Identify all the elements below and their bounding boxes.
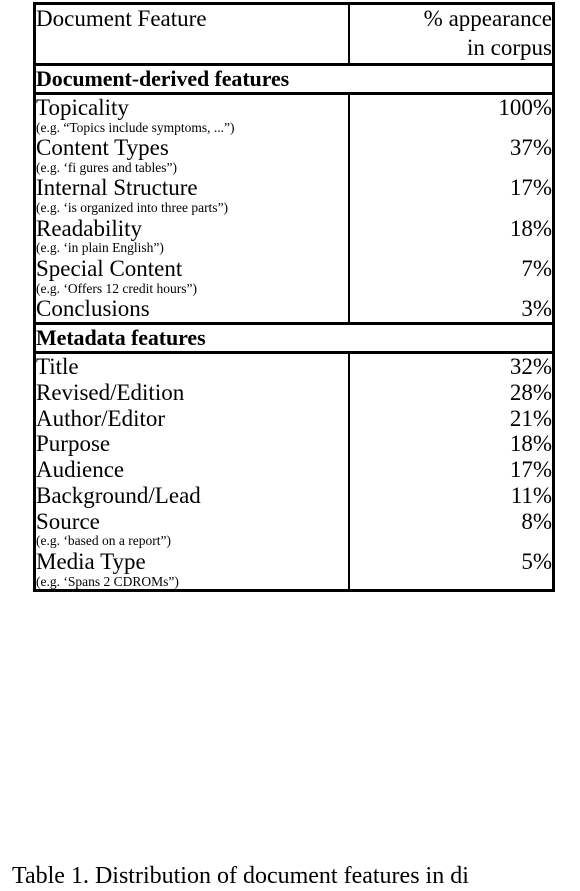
feature-example: (e.g. ‘fi gures and tables”): [36, 159, 177, 175]
column-header-feature-label: Document Feature: [36, 6, 207, 31]
section-header-document-derived: Document-derived features: [34, 62, 554, 95]
page: Document Feature % appearance in corpus …: [0, 0, 580, 889]
percent-cell: 37%: [509, 135, 552, 161]
section-header-metadata: Metadata features: [34, 322, 554, 355]
table-row: Background/Lead 11%: [34, 482, 554, 509]
feature-cell: Topicality (e.g. “Topics include symptom…: [34, 93, 350, 136]
document-feature-table: Document Feature % appearance in corpus …: [33, 2, 555, 593]
feature-name: Background/Lead: [36, 482, 201, 508]
feature-cell: Readability (e.g. ‘in plain English”): [34, 215, 350, 256]
feature-cell: Revised/Edition: [34, 379, 350, 406]
table-caption: Table 1. Distribution of document featur…: [12, 863, 469, 889]
table-row: Internal Structure (e.g. ‘is organized i…: [34, 175, 554, 216]
feature-example: (e.g. ‘in plain English”): [36, 240, 164, 256]
percent-cell: 17%: [509, 175, 552, 201]
table-row: Purpose 18%: [34, 431, 554, 458]
feature-name: Conclusions: [36, 296, 150, 322]
percent-cell: 100%: [498, 94, 552, 120]
feature-name: Purpose: [36, 431, 111, 457]
table-row: Readability (e.g. ‘in plain English”) 18…: [34, 215, 554, 256]
feature-cell: Purpose: [34, 431, 350, 458]
table-row: Topicality (e.g. “Topics include symptom…: [34, 93, 554, 136]
table-row: Audience 17%: [34, 457, 554, 483]
percent-cell: 11%: [510, 482, 552, 508]
table-row: Special Content (e.g. ‘Offers 12 credit …: [34, 256, 554, 297]
feature-cell: Conclusions: [34, 296, 350, 324]
percent-cell: 17%: [509, 457, 552, 483]
section-header-metadata-label: Metadata features: [34, 322, 554, 355]
table-row: Media Type (e.g. ‘Spans 2 CDROMs”) 5%: [34, 548, 554, 593]
feature-name: Special Content: [36, 256, 183, 281]
table-body: Document Feature % appearance in corpus …: [34, 2, 554, 593]
feature-cell: Audience: [34, 457, 350, 483]
feature-cell: Media Type (e.g. ‘Spans 2 CDROMs”): [34, 548, 350, 593]
feature-cell: Special Content (e.g. ‘Offers 12 credit …: [34, 256, 350, 297]
percent-cell: 5%: [348, 548, 554, 593]
percent-cell: 18%: [509, 431, 552, 457]
feature-example: (e.g. ‘based on a report”): [36, 533, 171, 549]
table-row: Revised/Edition 28%: [34, 379, 554, 406]
feature-name: Internal Structure: [36, 175, 198, 201]
column-header-percent-line2: in corpus: [467, 34, 552, 60]
table-row: Author/Editor 21%: [34, 405, 554, 432]
feature-name: Title: [36, 354, 79, 380]
feature-cell: Background/Lead: [34, 482, 350, 509]
feature-name: Author/Editor: [36, 405, 166, 431]
feature-name: Revised/Edition: [36, 379, 185, 405]
section-header-document-derived-label: Document-derived features: [34, 62, 554, 95]
percent-cell: 32%: [509, 354, 552, 380]
feature-cell: Content Types (e.g. ‘fi gures and tables…: [34, 135, 350, 176]
feature-name: Audience: [36, 457, 125, 483]
table-row: Source (e.g. ‘based on a report”) 8%: [34, 508, 554, 549]
feature-name: Readability: [36, 215, 143, 241]
feature-name: Topicality: [36, 94, 129, 120]
percent-cell: 3%: [521, 296, 552, 322]
table-header-row: Document Feature % appearance in corpus: [34, 2, 554, 66]
percent-cell: 28%: [509, 379, 552, 405]
percent-cell: 21%: [509, 405, 552, 431]
table-row: Content Types (e.g. ‘fi gures and tables…: [34, 135, 554, 176]
column-header-percent: % appearance in corpus: [348, 2, 554, 66]
table-row: Conclusions 3%: [34, 296, 554, 324]
feature-cell: Title: [34, 352, 350, 380]
percent-cell: 18%: [509, 215, 552, 241]
feature-name: Content Types: [36, 135, 169, 161]
feature-name: Source: [36, 508, 100, 534]
column-header-percent-line1: % appearance: [423, 6, 552, 31]
percent-cell: 8%: [521, 508, 552, 534]
feature-cell: Internal Structure (e.g. ‘is organized i…: [34, 175, 350, 216]
feature-example: (e.g. ‘Offers 12 credit hours”): [36, 280, 197, 296]
feature-example: (e.g. ‘Spans 2 CDROMs”): [36, 573, 179, 589]
feature-example: (e.g. ‘is organized into three parts”): [36, 200, 229, 216]
table-row: Title 32%: [34, 352, 554, 380]
feature-name: Media Type: [36, 548, 146, 574]
feature-example: (e.g. “Topics include symptoms, ...”): [36, 119, 235, 135]
percent-cell: 7%: [521, 256, 552, 281]
feature-cell: Author/Editor: [34, 405, 350, 432]
feature-cell: Source (e.g. ‘based on a report”): [34, 508, 350, 549]
column-header-feature: Document Feature: [34, 2, 350, 66]
